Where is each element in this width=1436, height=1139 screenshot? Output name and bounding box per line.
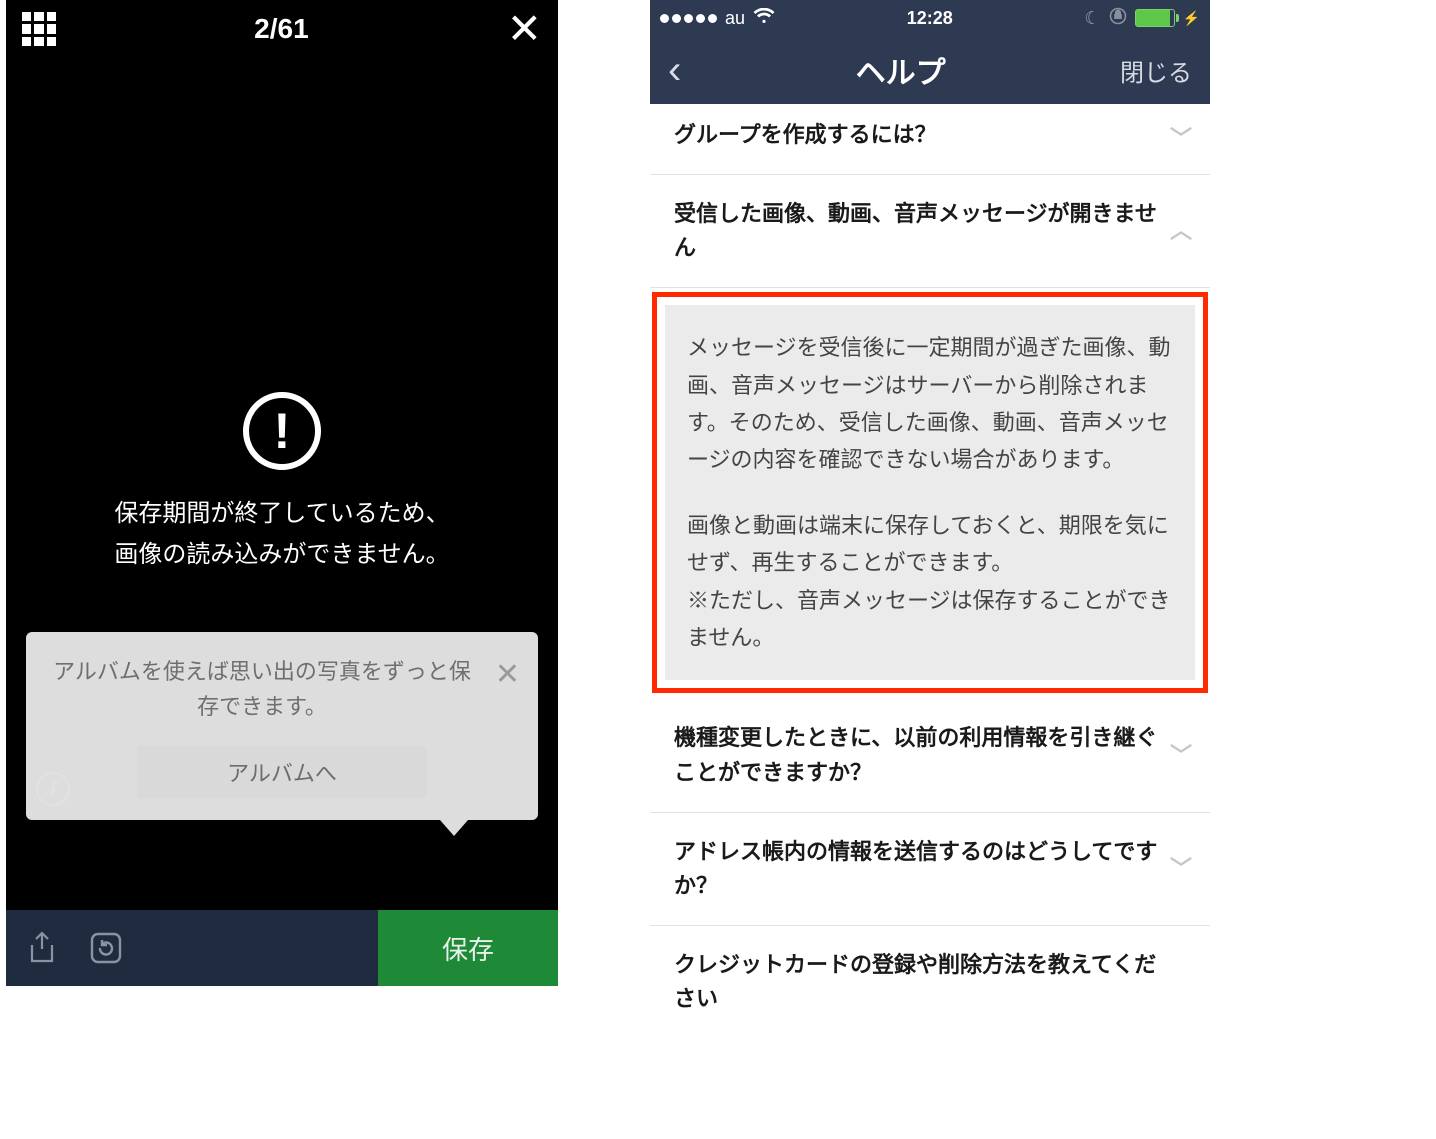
grid-icon[interactable] [22, 12, 56, 46]
help-screen: au 12:28 ☾ ⚡ ‹ ヘルプ 閉じる グループを作成するには？ ﹀ 受信… [650, 0, 1210, 1038]
faq-item-address-book[interactable]: アドレス帳内の情報を送信するのはどうしてですか？ ﹀ [650, 813, 1210, 926]
tip-close-icon[interactable]: ✕ [495, 660, 520, 690]
wifi-icon [753, 8, 775, 29]
faq-item-media-not-open[interactable]: 受信した画像、動画、音声メッセージが開きません ︿ [650, 175, 1210, 288]
viewer-content: ! 保存期間が終了しているため、 画像の読み込みができません。 アルバムを使えば… [6, 58, 558, 910]
close-button[interactable]: 閉じる [1120, 53, 1192, 88]
info-icon: i [36, 772, 70, 806]
faq-item-credit-card[interactable]: クレジットカードの登録や削除方法を教えてください [650, 926, 1210, 1038]
clock: 12:28 [907, 8, 953, 29]
signal-dots-icon [660, 14, 717, 23]
faq-label: グループを作成するには？ [674, 122, 937, 147]
page-counter: 2/61 [254, 13, 309, 45]
highlighted-answer: メッセージを受信後に一定期間が過ぎた画像、動画、音声メッセージはサーバーから削除… [652, 292, 1208, 693]
moon-icon: ☾ [1084, 8, 1100, 29]
faq-item-device-change[interactable]: 機種変更したときに、以前の利用情報を引き継ぐことができますか？ ﹀ [650, 699, 1210, 812]
warning-icon: ! [243, 392, 321, 470]
viewer-header: 2/61 ✕ [6, 0, 558, 58]
album-tip-card: アルバムを使えば思い出の写真をずっと保存できます。 ✕ アルバムへ i [26, 632, 538, 820]
answer-paragraph-2: 画像と動画は端末に保存しておくと、期限を気にせず、再生することができます。 ※た… [687, 507, 1173, 657]
rotation-lock-icon [1109, 7, 1127, 30]
save-button[interactable]: 保存 [378, 910, 558, 986]
error-line-2: 画像の読み込みができません。 [114, 535, 449, 576]
faq-label: 受信した画像、動画、音声メッセージが開きません [674, 201, 1157, 260]
chevron-down-icon: ﹀ [1170, 852, 1192, 886]
help-nav-bar: ‹ ヘルプ 閉じる [650, 36, 1210, 104]
viewer-footer: 保存 [6, 910, 558, 986]
close-icon[interactable]: ✕ [507, 8, 542, 50]
refresh-icon[interactable] [78, 920, 134, 976]
answer-paragraph-1: メッセージを受信後に一定期間が過ぎた画像、動画、音声メッセージはサーバーから削除… [687, 329, 1173, 479]
chevron-down-icon: ﹀ [1170, 738, 1192, 772]
faq-label: 機種変更したときに、以前の利用情報を引き継ぐことができますか？ [674, 725, 1157, 784]
carrier-label: au [725, 8, 745, 29]
faq-list: グループを作成するには？ ﹀ 受信した画像、動画、音声メッセージが開きません ︿… [650, 104, 1210, 1038]
help-title: ヘルプ [856, 48, 946, 92]
share-icon[interactable] [14, 920, 70, 976]
back-icon[interactable]: ‹ [668, 50, 681, 90]
charging-icon: ⚡ [1183, 10, 1200, 27]
error-line-1: 保存期間が終了しているため、 [114, 494, 449, 535]
album-tip-text: アルバムを使えば思い出の写真をずっと保存できます。 [50, 654, 514, 724]
status-bar: au 12:28 ☾ ⚡ [650, 0, 1210, 36]
faq-answer-body: メッセージを受信後に一定期間が過ぎた画像、動画、音声メッセージはサーバーから削除… [665, 305, 1195, 680]
faq-label: アドレス帳内の情報を送信するのはどうしてですか？ [674, 839, 1157, 898]
faq-label: クレジットカードの登録や削除方法を教えてください [674, 952, 1156, 1011]
faq-item-create-group[interactable]: グループを作成するには？ ﹀ [650, 104, 1210, 175]
chevron-down-icon: ﹀ [1170, 122, 1192, 156]
battery-icon [1135, 9, 1175, 27]
go-to-album-button[interactable]: アルバムへ [137, 746, 427, 798]
error-message: 保存期間が終了しているため、 画像の読み込みができません。 [114, 494, 449, 576]
chevron-up-icon: ︿ [1170, 214, 1192, 248]
image-viewer-screen: 2/61 ✕ ! 保存期間が終了しているため、 画像の読み込みができません。 ア… [6, 0, 558, 986]
